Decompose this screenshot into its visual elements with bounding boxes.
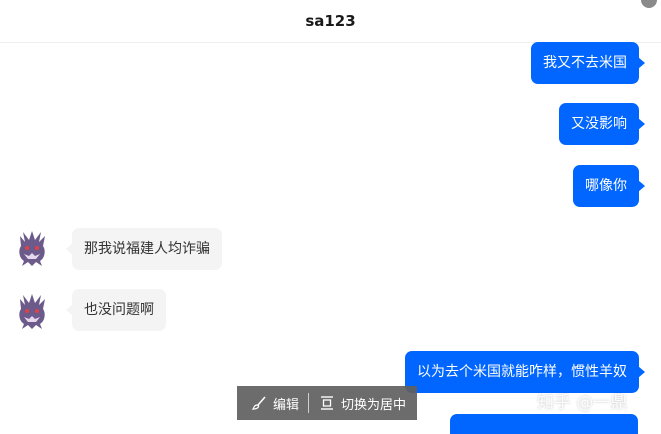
edit-label: 编辑: [273, 397, 300, 413]
ghost-avatar-icon[interactable]: [12, 228, 52, 268]
bubble-tail: [638, 118, 645, 130]
brush-icon: [251, 396, 266, 410]
image-toolbar: 编辑 切换为居中: [237, 386, 417, 420]
message-bubble: 哪像你: [573, 165, 639, 207]
message-bubble: 又没影响: [559, 103, 639, 145]
center-align-button[interactable]: 切换为居中: [319, 386, 406, 420]
message-incoming: 那我说福建人均诈骗: [0, 228, 661, 270]
message-incoming: 也没问题啊: [0, 289, 661, 331]
message-outgoing: 哪像你: [0, 165, 661, 207]
watermark: 知乎 @一鼎: [537, 393, 628, 413]
bubble-tail: [638, 57, 645, 69]
center-label: 切换为居中: [341, 397, 407, 413]
toolbar-divider: [308, 393, 309, 413]
align-center-icon: [321, 396, 333, 410]
chat-title: sa123: [305, 12, 356, 30]
message-bubble: 我又不去米国: [531, 42, 639, 84]
message-bubble: 以为去个米国就能咋样，惯性羊奴: [405, 351, 639, 393]
message-outgoing: 我又不去米国: [0, 42, 661, 84]
ghost-avatar-icon[interactable]: [12, 291, 52, 331]
message-bubble: 那我说福建人均诈骗: [72, 228, 222, 270]
message-bubble-partial: [450, 414, 638, 434]
message-outgoing: 又没影响: [0, 103, 661, 145]
bubble-tail: [638, 366, 645, 378]
edit-button[interactable]: 编辑: [251, 386, 299, 420]
chat-header: sa123: [0, 0, 661, 43]
message-bubble: 也没问题啊: [72, 289, 166, 331]
bubble-tail: [638, 180, 645, 192]
